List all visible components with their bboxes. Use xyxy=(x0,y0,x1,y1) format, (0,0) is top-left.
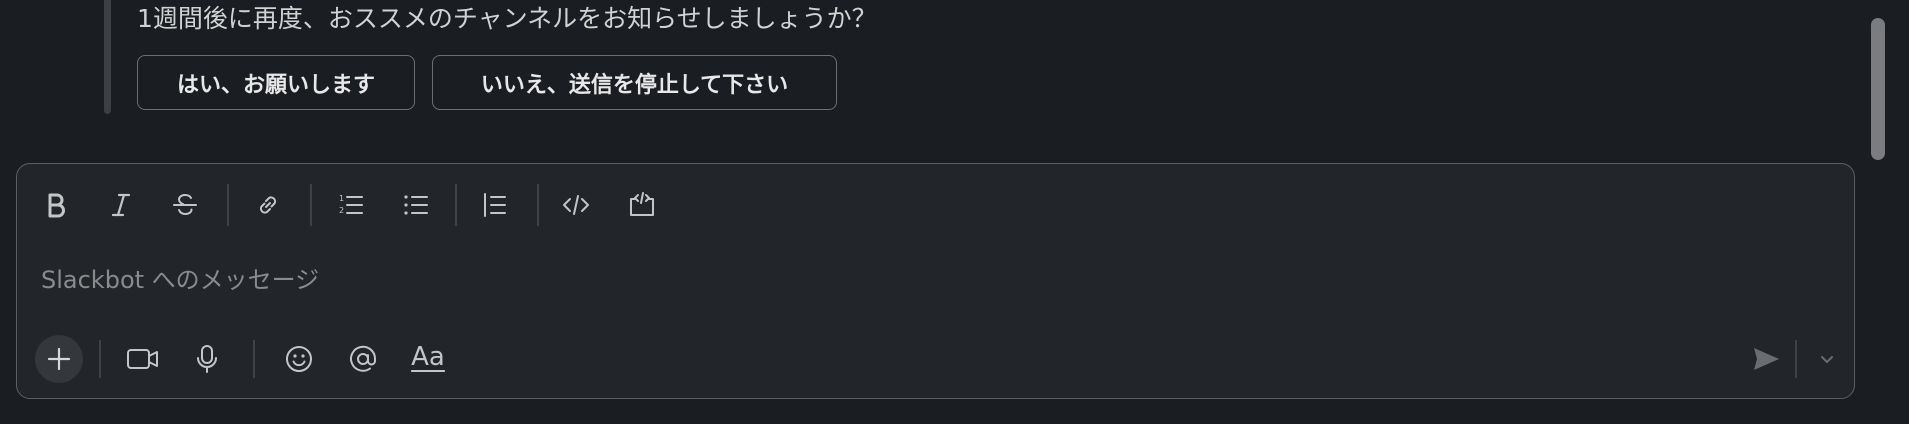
svg-text:2: 2 xyxy=(339,206,344,215)
code-icon[interactable] xyxy=(554,183,598,227)
plus-button[interactable] xyxy=(35,335,83,383)
mention-icon[interactable] xyxy=(341,337,385,381)
message-composer: 12 Slackbot へのメッセージ Aa xyxy=(16,163,1855,399)
italic-icon[interactable] xyxy=(99,183,143,227)
link-icon[interactable] xyxy=(246,183,290,227)
composer-divider xyxy=(99,340,101,378)
scrollbar-thumb[interactable] xyxy=(1871,18,1885,160)
plus-icon xyxy=(47,347,71,371)
send-icon[interactable] xyxy=(1744,337,1788,381)
no-stop-button[interactable]: いいえ、送信を停止して下さい xyxy=(432,55,837,110)
message-text: 1週間後に再度、おススメのチャンネルをお知らせしましょうか？ xyxy=(137,4,877,33)
yes-button[interactable]: はい、お願いします xyxy=(137,55,415,110)
text-format-button[interactable]: Aa xyxy=(403,335,453,379)
bold-icon[interactable] xyxy=(34,183,78,227)
text-format-icon: Aa xyxy=(411,342,445,372)
attachment-bar xyxy=(104,0,111,114)
toolbar-divider xyxy=(227,184,229,226)
svg-text:1: 1 xyxy=(339,194,344,203)
send-divider xyxy=(1795,340,1797,378)
toolbar-divider xyxy=(537,184,539,226)
toolbar-divider xyxy=(310,184,312,226)
toolbar-divider xyxy=(455,184,457,226)
video-icon[interactable] xyxy=(121,337,165,381)
chevron-down-icon[interactable] xyxy=(1812,337,1842,381)
microphone-icon[interactable] xyxy=(185,337,229,381)
slack-page: 1週間後に再度、おススメのチャンネルをお知らせしましょうか？ はい、お願いします… xyxy=(0,0,1909,424)
ordered-list-icon[interactable]: 12 xyxy=(329,183,373,227)
message-input[interactable]: Slackbot へのメッセージ xyxy=(41,260,319,295)
message-area: 1週間後に再度、おススメのチャンネルをお知らせしましょうか？ はい、お願いします… xyxy=(0,0,1860,160)
strikethrough-icon[interactable] xyxy=(163,183,207,227)
code-block-icon[interactable] xyxy=(620,183,664,227)
bulleted-list-icon[interactable] xyxy=(394,183,438,227)
composer-divider xyxy=(253,340,255,378)
emoji-icon[interactable] xyxy=(277,337,321,381)
blockquote-icon[interactable] xyxy=(473,183,517,227)
